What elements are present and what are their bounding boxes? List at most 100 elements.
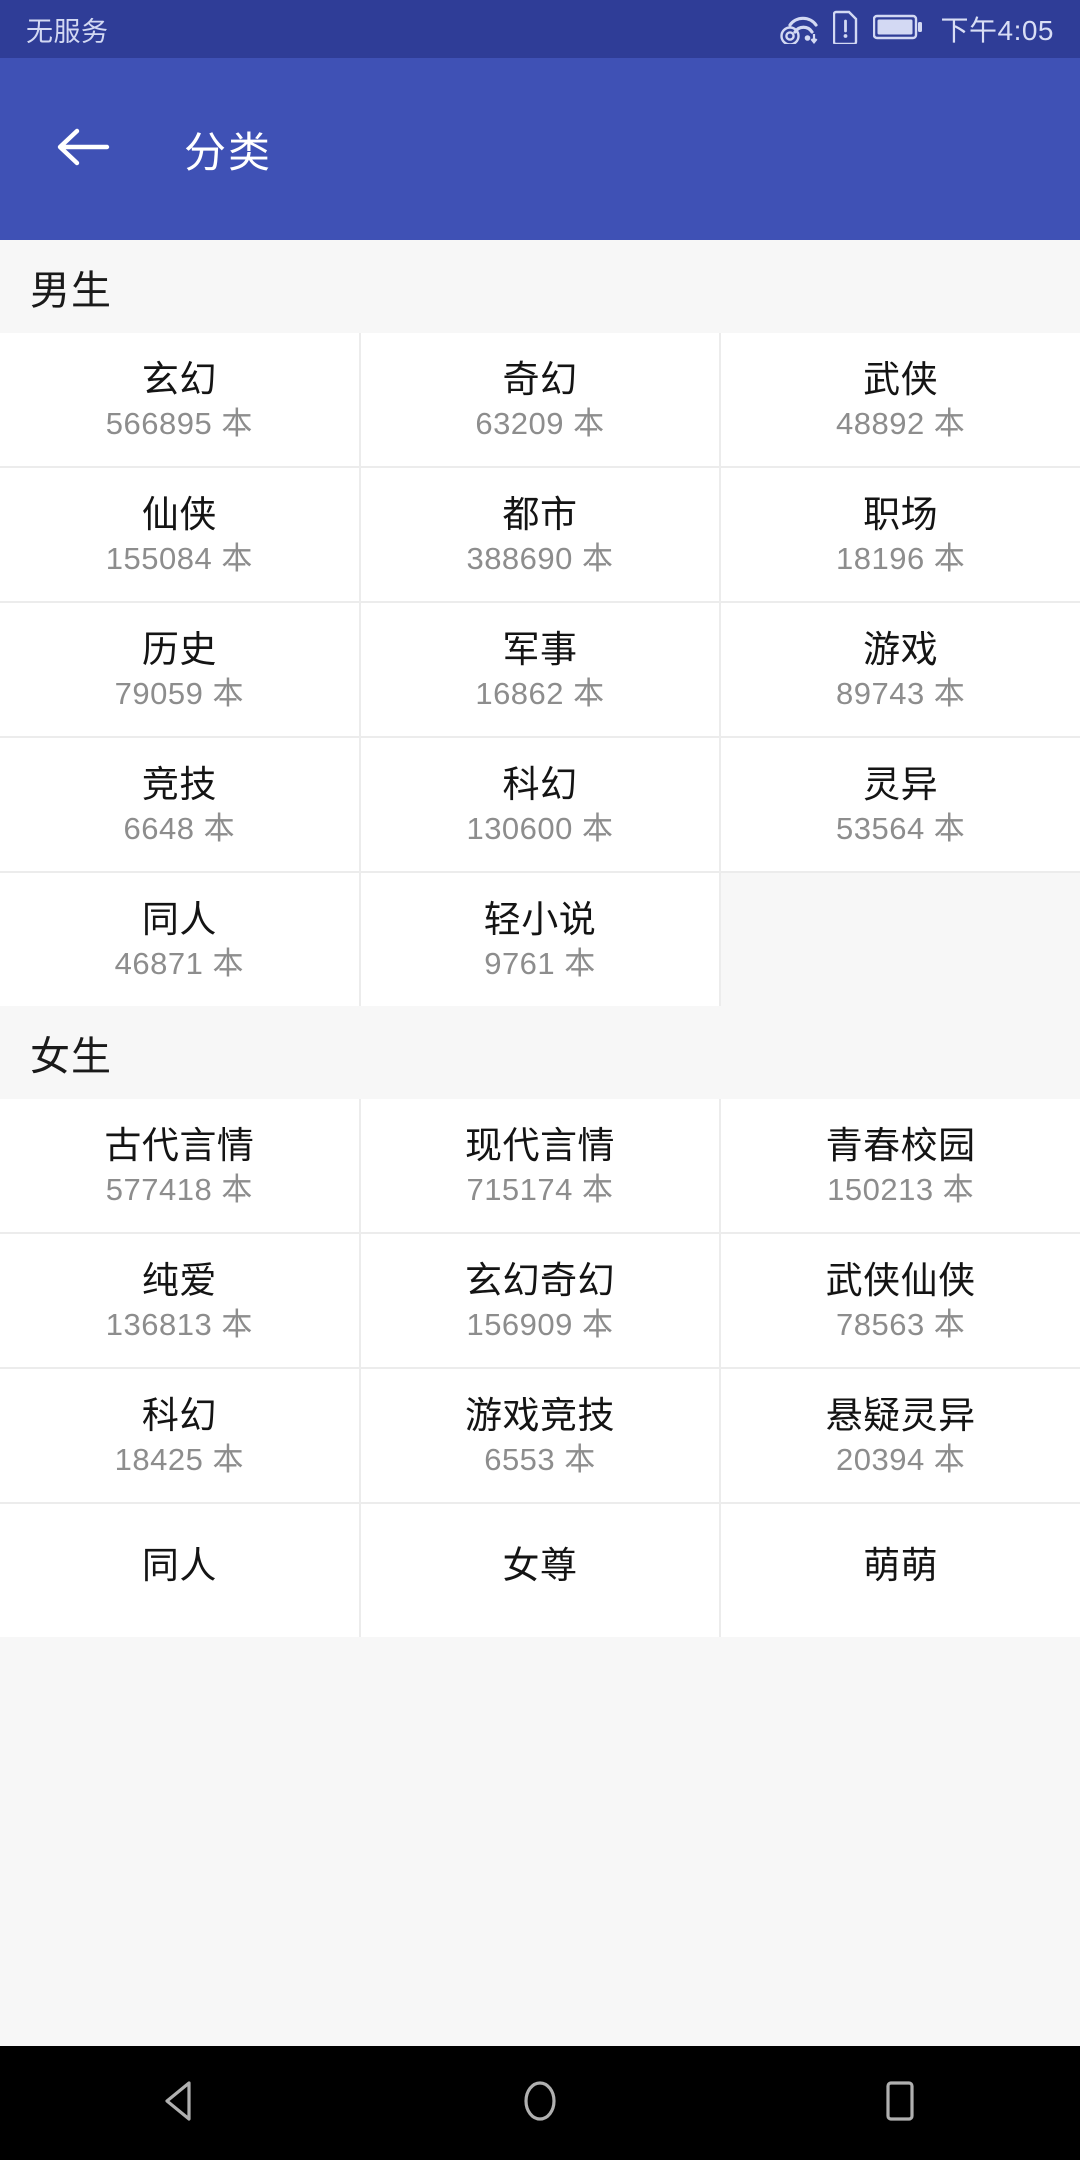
category-name: 纯爱 (141, 1259, 217, 1301)
section-title: 男生 (30, 268, 112, 313)
category-count: 20394 本 (835, 1441, 966, 1477)
category-name: 奇幻 (502, 358, 578, 400)
category-cell[interactable]: 奇幻 63209 本 (360, 333, 720, 466)
back-button[interactable] (46, 113, 118, 185)
app-bar: 分类 (0, 58, 1080, 240)
category-cell[interactable]: 职场 18196 本 (721, 468, 1080, 601)
carrier-label: 无服务 (26, 16, 109, 47)
category-count: 53564 本 (835, 810, 966, 846)
category-name: 游戏 (863, 628, 939, 670)
nav-home-button[interactable] (465, 2046, 615, 2160)
category-cell[interactable]: 游戏 89743 本 (721, 603, 1080, 736)
category-cell[interactable]: 科幻 18425 本 (0, 1369, 359, 1502)
nav-recents-button[interactable] (825, 2046, 975, 2160)
category-cell[interactable]: 军事 16862 本 (360, 603, 720, 736)
nav-recents-icon (879, 2076, 921, 2131)
category-name: 竞技 (141, 763, 217, 805)
category-cell[interactable]: 萌萌 (721, 1504, 1080, 1637)
category-name: 现代言情 (464, 1124, 615, 1166)
category-count: 89743 本 (835, 675, 966, 711)
category-cell[interactable]: 玄幻 566895 本 (0, 333, 359, 466)
category-name: 玄幻奇幻 (464, 1259, 615, 1301)
category-cell[interactable]: 灵异 53564 本 (721, 738, 1080, 871)
category-count: 156909 本 (466, 1306, 614, 1342)
category-grid-female: 古代言情 577418 本 现代言情 715174 本 青春校园 150213 … (0, 1099, 1080, 1637)
category-cell[interactable]: 古代言情 577418 本 (0, 1099, 359, 1232)
category-count: 155084 本 (105, 540, 253, 576)
category-cell[interactable]: 科幻 130600 本 (360, 738, 720, 871)
status-bar: 无服务 下午4:05 (0, 0, 1080, 58)
category-count: 46871 本 (114, 945, 244, 981)
category-count: 130600 本 (466, 810, 614, 846)
nav-back-button[interactable] (105, 2046, 255, 2160)
category-cell-placeholder (721, 873, 1080, 1006)
category-name: 萌萌 (863, 1545, 939, 1586)
category-count: 16862 本 (475, 675, 605, 711)
category-count: 566895 本 (105, 405, 253, 441)
android-nav-bar (0, 2046, 1080, 2160)
battery-icon (872, 13, 923, 46)
sim-alert-icon (832, 10, 859, 49)
back-arrow-icon (53, 125, 111, 174)
nav-home-icon (517, 2075, 563, 2132)
category-name: 女尊 (502, 1545, 578, 1586)
category-name: 游戏竞技 (464, 1394, 615, 1436)
category-name: 灵异 (863, 763, 939, 805)
screen-root: 无服务 下午4:05 分类 男生 玄幻 566895 本 奇幻 63209 本 … (0, 0, 1080, 2160)
category-cell[interactable]: 都市 388690 本 (360, 468, 720, 601)
category-cell[interactable]: 同人 46871 本 (0, 873, 359, 1006)
category-count: 6553 本 (484, 1441, 596, 1477)
category-cell[interactable]: 悬疑灵异 20394 本 (721, 1369, 1080, 1502)
category-cell[interactable]: 武侠仙侠 78563 本 (721, 1234, 1080, 1367)
category-count: 136813 本 (105, 1306, 253, 1342)
category-count: 715174 本 (466, 1171, 614, 1207)
category-cell[interactable]: 纯爱 136813 本 (0, 1234, 359, 1367)
category-count: 150213 本 (827, 1171, 975, 1207)
category-name: 历史 (141, 628, 217, 670)
category-cell[interactable]: 青春校园 150213 本 (721, 1099, 1080, 1232)
category-cell[interactable]: 轻小说 9761 本 (360, 873, 720, 1006)
category-count: 48892 本 (835, 405, 966, 441)
clock-label: 下午4:05 (940, 15, 1054, 46)
category-name: 玄幻 (141, 358, 217, 400)
section-title: 女生 (30, 1034, 112, 1079)
category-cell[interactable]: 现代言情 715174 本 (360, 1099, 720, 1232)
category-count: 79059 本 (114, 675, 244, 711)
category-count: 18196 本 (835, 540, 966, 576)
category-count: 388690 本 (466, 540, 614, 576)
category-cell[interactable]: 竞技 6648 本 (0, 738, 359, 871)
category-cell[interactable]: 游戏竞技 6553 本 (360, 1369, 720, 1502)
category-name: 科幻 (502, 763, 578, 805)
wifi-signal-icon (779, 10, 819, 49)
category-name: 都市 (502, 493, 578, 535)
category-count: 577418 本 (105, 1171, 253, 1207)
section-header-female: 女生 (0, 1006, 1080, 1099)
category-name: 武侠 (863, 358, 939, 400)
category-grid-male: 玄幻 566895 本 奇幻 63209 本 武侠 48892 本 仙侠 155… (0, 333, 1080, 1006)
nav-back-icon (158, 2078, 202, 2129)
category-name: 青春校园 (825, 1124, 976, 1166)
category-cell[interactable]: 同人 (0, 1504, 359, 1637)
category-name: 武侠仙侠 (825, 1259, 976, 1301)
category-name: 古代言情 (104, 1124, 255, 1166)
category-count: 78563 本 (835, 1306, 966, 1342)
category-cell[interactable]: 玄幻奇幻 156909 本 (360, 1234, 720, 1367)
category-count: 9761 本 (484, 945, 596, 981)
category-count: 6648 本 (123, 810, 236, 846)
category-name: 同人 (141, 1545, 217, 1586)
category-name: 仙侠 (141, 493, 217, 535)
category-name: 科幻 (141, 1394, 217, 1436)
section-header-male: 男生 (0, 240, 1080, 333)
category-cell[interactable]: 历史 79059 本 (0, 603, 359, 736)
status-bar-icons: 下午4:05 (779, 9, 1055, 49)
category-cell[interactable]: 仙侠 155084 本 (0, 468, 359, 601)
category-name: 职场 (863, 493, 939, 535)
category-cell[interactable]: 女尊 (360, 1504, 720, 1637)
category-cell[interactable]: 武侠 48892 本 (721, 333, 1080, 466)
category-name: 悬疑灵异 (825, 1394, 976, 1436)
page-title: 分类 (184, 128, 273, 176)
category-scroll-area[interactable]: 男生 玄幻 566895 本 奇幻 63209 本 武侠 48892 本 仙侠 … (0, 240, 1080, 2160)
category-name: 军事 (502, 628, 578, 670)
category-name: 轻小说 (483, 898, 597, 940)
category-count: 18425 本 (114, 1441, 244, 1477)
